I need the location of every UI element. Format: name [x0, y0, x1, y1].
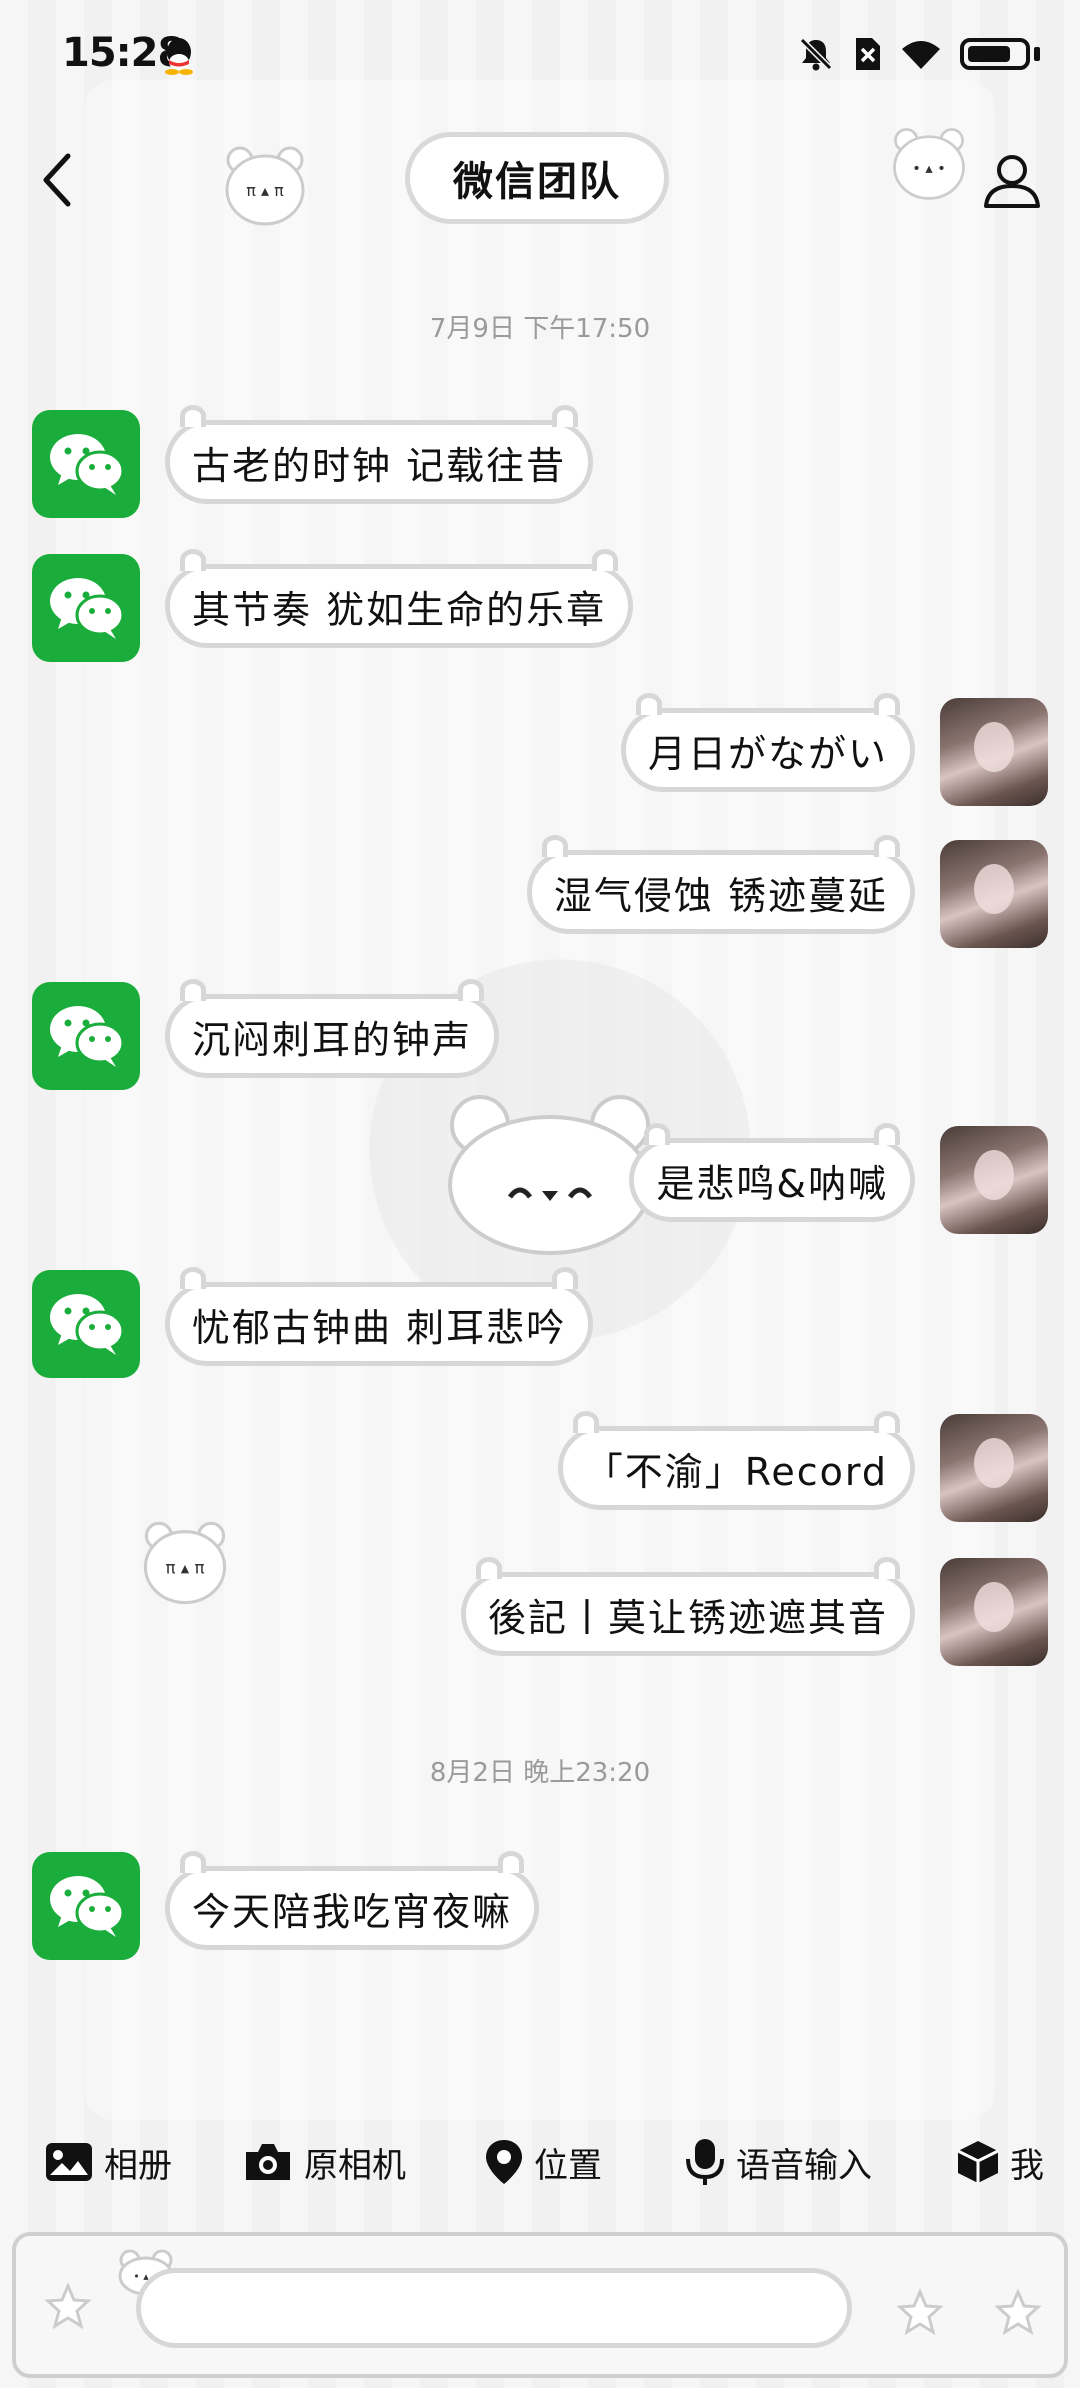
battery-icon — [960, 38, 1030, 70]
bear-sticker-icon: π ▴ π — [143, 1521, 227, 1605]
star-icon — [994, 2288, 1042, 2336]
more-button[interactable]: 我 — [956, 2120, 1044, 2204]
wechat-avatar[interactable] — [32, 554, 140, 662]
bubble-ear — [874, 1557, 900, 1579]
more-label: 我 — [1010, 2145, 1044, 2186]
bubble-ear — [572, 1411, 599, 1433]
user-avatar[interactable] — [940, 1414, 1048, 1522]
message-bubble[interactable]: 其节奏 犹如生命的乐章 — [165, 549, 634, 648]
wechat-logo-icon — [50, 1876, 124, 1937]
bubble-ear — [874, 1411, 900, 1433]
bear-sticker-icon — [448, 1095, 652, 1255]
bubble-ear — [552, 405, 579, 427]
bubble-ear — [498, 1851, 525, 1873]
bubble-ear — [180, 549, 206, 571]
no-sim-icon — [856, 38, 880, 70]
location-pin-icon — [486, 2140, 522, 2184]
svg-text:π ▴ π: π ▴ π — [165, 1558, 204, 1577]
camera-icon — [246, 2144, 290, 2180]
message-input[interactable] — [136, 2268, 852, 2348]
quick-actions-bar: 相册 原相机 位置 语音输入 我 — [0, 2120, 1080, 2204]
message-bubble[interactable]: 後記丨莫让锈迹遮其音 — [460, 1557, 915, 1656]
wechat-avatar[interactable] — [32, 410, 140, 518]
bubble-ear — [180, 405, 206, 427]
svg-text:π ▴ π: π ▴ π — [246, 181, 284, 200]
message-text: 其节奏 犹如生命的乐章 — [192, 587, 607, 632]
qq-icon — [165, 38, 193, 75]
input-panel: • ▴ • — [12, 2232, 1068, 2378]
location-button[interactable]: 位置 — [484, 2120, 602, 2204]
wechat-avatar[interactable] — [32, 1852, 140, 1960]
wechat-logo-icon — [50, 1294, 124, 1355]
microphone-icon — [686, 2139, 724, 2185]
voice-input-button[interactable]: 语音输入 — [684, 2120, 872, 2204]
bubble-ear — [644, 1123, 671, 1145]
message-text: 湿气侵蚀 锈迹蔓延 — [553, 873, 888, 918]
message-text: 古老的时钟 记载往昔 — [192, 443, 567, 488]
user-avatar[interactable] — [940, 698, 1048, 806]
bubble-ear — [874, 693, 900, 715]
profile-icon[interactable] — [982, 150, 1042, 210]
chat-timestamp: 8月2日 晚上23:20 — [429, 1758, 651, 1788]
bubble-ear — [635, 693, 662, 715]
bubble-ear — [458, 979, 485, 1001]
camera-button[interactable]: 原相机 — [242, 2120, 406, 2204]
bear-sticker-icon: • ▴ • — [893, 128, 965, 200]
message-text: 忧郁古钟曲 刺耳悲吟 — [192, 1305, 567, 1350]
voice-input-label: 语音输入 — [736, 2145, 872, 2186]
bubble-ear — [592, 549, 619, 571]
message-text: 「不渝」Record — [584, 1449, 888, 1494]
bubble-ear — [874, 1123, 900, 1145]
bubble-ear — [180, 1267, 206, 1289]
album-label: 相册 — [104, 2145, 172, 2186]
bubble-ear — [180, 979, 206, 1001]
message-bubble[interactable]: 是悲鸣&呐喊 — [629, 1123, 915, 1222]
message-text: 是悲鸣&呐喊 — [656, 1161, 888, 1206]
user-avatar[interactable] — [940, 1558, 1048, 1666]
chat-timestamp: 7月9日 下午17:50 — [429, 314, 651, 344]
back-icon[interactable] — [38, 148, 78, 212]
chat-title[interactable]: 微信团队 — [405, 132, 669, 224]
bubble-ear — [180, 1851, 206, 1873]
message-text: 今天陪我吃宵夜嘛 — [192, 1889, 513, 1934]
star-icon — [896, 2288, 944, 2336]
bubble-ear — [552, 1267, 579, 1289]
user-avatar[interactable] — [940, 840, 1048, 948]
message-bubble[interactable]: 湿气侵蚀 锈迹蔓延 — [526, 835, 915, 934]
message-text: 後記丨莫让锈迹遮其音 — [487, 1595, 888, 1640]
message-bubble[interactable]: 古老的时钟 记载往昔 — [165, 405, 594, 504]
wechat-logo-icon — [50, 1006, 124, 1067]
message-bubble[interactable]: 「不渝」Record — [557, 1411, 915, 1510]
cube-icon — [957, 2141, 999, 2183]
location-label: 位置 — [534, 2145, 602, 2186]
bubble-ear — [475, 1557, 502, 1579]
message-bubble[interactable]: 今天陪我吃宵夜嘛 — [165, 1851, 540, 1950]
bear-sticker-icon: π ▴ π — [225, 146, 305, 226]
wechat-logo-icon — [50, 578, 124, 639]
wechat-avatar[interactable] — [32, 1270, 140, 1378]
message-bubble[interactable]: 沉闷刺耳的钟声 — [165, 979, 500, 1078]
svg-text:• ▴ •: • ▴ • — [912, 161, 946, 177]
wechat-logo-icon — [50, 434, 124, 495]
status-icons — [798, 36, 1040, 72]
camera-label: 原相机 — [304, 2145, 406, 2186]
message-bubble[interactable]: 月日がながい — [620, 693, 915, 792]
wechat-avatar[interactable] — [32, 982, 140, 1090]
bubble-ear — [874, 835, 900, 857]
message-text: 月日がながい — [647, 731, 888, 776]
message-bubble[interactable]: 忧郁古钟曲 刺耳悲吟 — [165, 1267, 594, 1366]
battery-tip — [1034, 47, 1040, 61]
wifi-icon — [902, 41, 940, 69]
image-icon — [46, 2143, 92, 2181]
star-icon — [44, 2282, 92, 2330]
status-bar: 15:28 — [0, 0, 1080, 110]
mute-bell-icon — [799, 37, 833, 71]
album-button[interactable]: 相册 — [44, 2120, 172, 2204]
message-text: 沉闷刺耳的钟声 — [192, 1017, 473, 1062]
bubble-ear — [541, 835, 568, 857]
user-avatar[interactable] — [940, 1126, 1048, 1234]
